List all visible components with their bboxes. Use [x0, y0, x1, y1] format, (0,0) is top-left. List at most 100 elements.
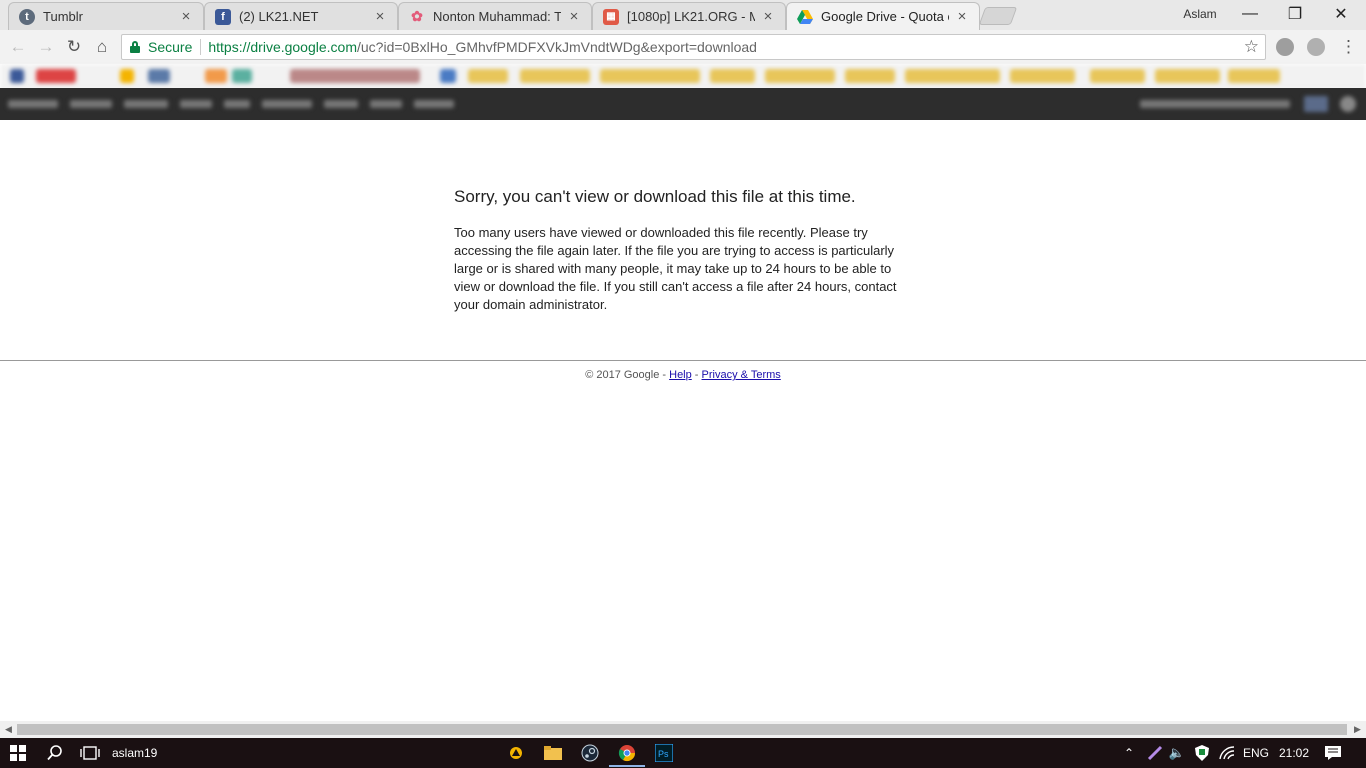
browser-toolbar: ← → ↻ ⌂ Secure https://drive.google.com/… [0, 30, 1366, 64]
gbar-settings-icon[interactable] [1340, 96, 1356, 112]
gbar-avatar[interactable] [1304, 96, 1328, 112]
language-indicator[interactable]: ENG [1243, 746, 1269, 760]
close-window-button[interactable]: ✕ [1318, 0, 1364, 28]
tab-lk21-org[interactable]: ▦ [1080p] LK21.ORG - Muh × [592, 2, 786, 30]
tab-strip: t Tumblr × f (2) LK21.NET × ✿ Nonton Muh… [0, 0, 1366, 30]
error-message: Too many users have viewed or downloaded… [454, 225, 897, 312]
bookmark-item[interactable] [120, 69, 134, 83]
secure-label: Secure [148, 39, 193, 55]
tab-google-drive[interactable]: Google Drive - Quota exc × [786, 2, 980, 30]
scrollbar-thumb[interactable] [17, 724, 1347, 735]
horizontal-scrollbar[interactable]: ◀ ▶ [0, 721, 1366, 738]
task-view-icon[interactable] [79, 743, 101, 763]
bookmark-item[interactable] [468, 69, 508, 83]
bookmark-star-icon[interactable]: ☆ [1244, 37, 1259, 57]
volume-icon[interactable]: 🔈 [1166, 743, 1188, 763]
pen-tray-icon[interactable] [1144, 743, 1166, 763]
gbar-link[interactable] [224, 100, 250, 108]
file-explorer-icon[interactable] [542, 743, 564, 763]
close-tab-icon[interactable]: × [373, 9, 387, 24]
profile-button[interactable]: Aslam [1170, 7, 1230, 21]
pinwheel-icon: ✿ [411, 8, 423, 24]
gbar-link[interactable] [180, 100, 212, 108]
scroll-right-icon[interactable]: ▶ [1349, 723, 1366, 736]
privacy-terms-link[interactable]: Privacy & Terms [702, 369, 781, 381]
copyright-text: © 2017 Google - [585, 369, 670, 381]
help-link[interactable]: Help [669, 369, 692, 381]
tab-nonton-muhammad[interactable]: ✿ Nonton Muhammad: The × [398, 2, 592, 30]
restore-button[interactable]: ❐ [1272, 0, 1318, 28]
error-title: Sorry, you can't view or download this f… [454, 187, 856, 206]
bookmark-item[interactable] [1010, 69, 1075, 83]
clapperboard-icon: ▦ [603, 8, 619, 25]
page-content: Sorry, you can't view or download this f… [0, 120, 1366, 721]
search-icon[interactable] [44, 743, 66, 763]
tab-title: Tumblr [43, 9, 83, 24]
gbar-link[interactable] [8, 100, 58, 108]
bookmark-item[interactable] [1228, 69, 1280, 83]
google-bar-links [0, 88, 1366, 120]
close-tab-icon[interactable]: × [955, 9, 969, 24]
extension-bolt-icon[interactable] [1276, 38, 1294, 56]
tumblr-icon: t [19, 8, 35, 25]
bookmark-item[interactable] [1155, 69, 1220, 83]
photoshop-icon[interactable]: Ps [653, 743, 675, 763]
tab-tumblr[interactable]: t Tumblr × [8, 2, 204, 30]
google-bar [0, 88, 1366, 120]
chevron-up-icon[interactable]: ⌃ [1118, 743, 1140, 763]
bookmark-item[interactable] [205, 69, 227, 83]
footer-separator: - [691, 369, 702, 381]
wifi-icon[interactable] [1216, 743, 1238, 763]
tab-title: Nonton Muhammad: The [433, 9, 561, 24]
defender-shield-icon[interactable] [1191, 743, 1213, 763]
bookmark-item[interactable] [148, 69, 170, 83]
bookmark-item[interactable] [520, 69, 590, 83]
tab-title: (2) LK21.NET [239, 9, 319, 24]
bookmark-item[interactable] [710, 69, 755, 83]
clock[interactable]: 21:02 [1279, 746, 1309, 760]
reload-icon[interactable]: ↻ [64, 37, 84, 57]
menu-kebab-icon[interactable]: ⋮ [1340, 37, 1357, 57]
bookmark-item[interactable] [845, 69, 895, 83]
new-tab-button[interactable] [978, 7, 1018, 25]
page-footer: © 2017 Google - Help - Privacy & Terms [0, 369, 1366, 381]
gbar-link[interactable] [262, 100, 312, 108]
bookmark-item[interactable] [440, 69, 456, 83]
back-arrow-icon[interactable]: ← [8, 37, 28, 57]
gbar-link[interactable] [324, 100, 358, 108]
forward-arrow-icon[interactable]: → [36, 37, 56, 57]
chrome-icon[interactable] [616, 743, 638, 763]
extension-shield-icon[interactable] [1307, 38, 1325, 56]
tab-lk21-net[interactable]: f (2) LK21.NET × [204, 2, 398, 30]
footer-divider [0, 360, 1366, 361]
windows-start-icon[interactable] [7, 743, 29, 763]
close-tab-icon[interactable]: × [567, 9, 581, 24]
close-tab-icon[interactable]: × [179, 9, 193, 24]
gbar-link[interactable] [124, 100, 168, 108]
gbar-link[interactable] [70, 100, 112, 108]
address-bar[interactable]: Secure https://drive.google.com/uc?id=0B… [121, 34, 1266, 60]
tab-title: [1080p] LK21.ORG - Muh [627, 9, 755, 24]
taskbar-user-label: aslam19 [112, 746, 158, 760]
gbar-link[interactable] [370, 100, 402, 108]
gbar-link[interactable] [414, 100, 454, 108]
bookmark-item[interactable] [905, 69, 1000, 83]
bookmark-item[interactable] [1090, 69, 1145, 83]
minimize-button[interactable]: — [1227, 0, 1273, 28]
close-tab-icon[interactable]: × [761, 9, 775, 24]
gbar-account[interactable] [1140, 100, 1290, 108]
action-center-icon[interactable] [1322, 743, 1344, 763]
bookmark-item[interactable] [765, 69, 835, 83]
app-circle-icon[interactable] [505, 743, 527, 763]
scroll-left-icon[interactable]: ◀ [0, 723, 17, 736]
bookmark-item[interactable] [600, 69, 700, 83]
active-app-indicator [609, 765, 645, 767]
home-icon[interactable]: ⌂ [92, 37, 112, 57]
bookmark-item[interactable] [232, 69, 252, 83]
bookmarks-bar [0, 64, 1366, 88]
steam-icon[interactable] [579, 743, 601, 763]
bookmark-item[interactable] [290, 69, 420, 83]
bookmark-item[interactable] [36, 69, 76, 83]
facebook-icon: f [215, 8, 231, 25]
bookmark-item[interactable] [10, 69, 24, 83]
